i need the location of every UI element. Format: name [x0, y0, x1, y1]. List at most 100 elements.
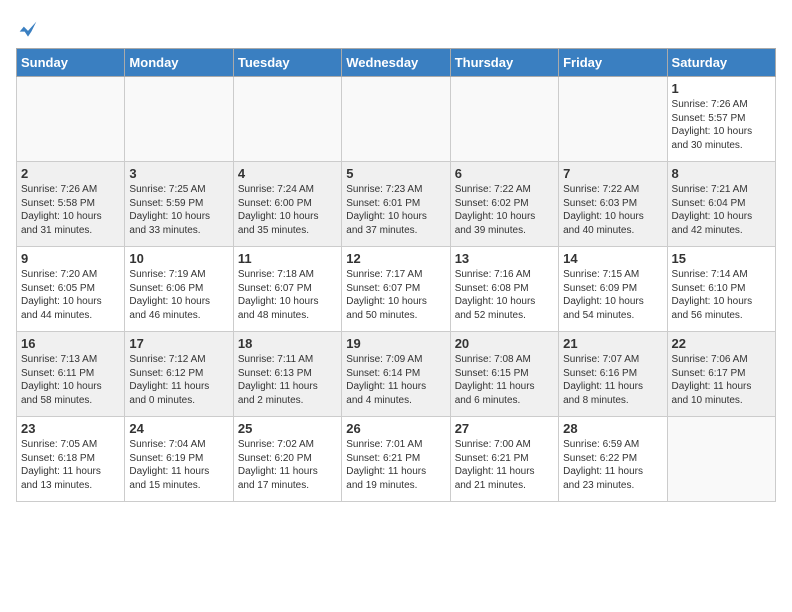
calendar-day-cell [17, 77, 125, 162]
calendar-day-cell: 6 Sunrise: 7:22 AM Sunset: 6:02 PM Daylig… [450, 162, 558, 247]
day-number: 14 [563, 251, 662, 266]
calendar-day-cell: 1 Sunrise: 7:26 AM Sunset: 5:57 PM Daylig… [667, 77, 775, 162]
calendar-day-cell: 25 Sunrise: 7:02 AM Sunset: 6:20 PM Dayli… [233, 417, 341, 502]
page-header [16, 16, 776, 40]
calendar-day-cell: 17 Sunrise: 7:12 AM Sunset: 6:12 PM Dayli… [125, 332, 233, 417]
day-info: Sunrise: 7:22 AM Sunset: 6:02 PM Dayligh… [455, 183, 554, 237]
day-info: Sunrise: 7:04 AM Sunset: 6:19 PM Dayligh… [129, 438, 228, 492]
day-number: 25 [238, 421, 337, 436]
column-header-friday: Friday [559, 49, 667, 77]
day-info: Sunrise: 7:17 AM Sunset: 6:07 PM Dayligh… [346, 268, 445, 322]
calendar-day-cell: 24 Sunrise: 7:04 AM Sunset: 6:19 PM Dayli… [125, 417, 233, 502]
calendar-day-cell: 27 Sunrise: 7:00 AM Sunset: 6:21 PM Dayli… [450, 417, 558, 502]
day-number: 26 [346, 421, 445, 436]
day-info: Sunrise: 7:26 AM Sunset: 5:58 PM Dayligh… [21, 183, 120, 237]
day-info: Sunrise: 7:24 AM Sunset: 6:00 PM Dayligh… [238, 183, 337, 237]
day-number: 13 [455, 251, 554, 266]
column-header-monday: Monday [125, 49, 233, 77]
day-number: 7 [563, 166, 662, 181]
day-number: 16 [21, 336, 120, 351]
day-info: Sunrise: 7:08 AM Sunset: 6:15 PM Dayligh… [455, 353, 554, 407]
calendar-day-cell: 16 Sunrise: 7:13 AM Sunset: 6:11 PM Dayli… [17, 332, 125, 417]
day-info: Sunrise: 7:05 AM Sunset: 6:18 PM Dayligh… [21, 438, 120, 492]
day-info: Sunrise: 7:25 AM Sunset: 5:59 PM Dayligh… [129, 183, 228, 237]
calendar-day-cell: 7 Sunrise: 7:22 AM Sunset: 6:03 PM Daylig… [559, 162, 667, 247]
calendar-day-cell: 10 Sunrise: 7:19 AM Sunset: 6:06 PM Dayli… [125, 247, 233, 332]
day-info: Sunrise: 7:02 AM Sunset: 6:20 PM Dayligh… [238, 438, 337, 492]
day-info: Sunrise: 7:21 AM Sunset: 6:04 PM Dayligh… [672, 183, 771, 237]
column-header-wednesday: Wednesday [342, 49, 450, 77]
calendar-day-cell: 15 Sunrise: 7:14 AM Sunset: 6:10 PM Dayli… [667, 247, 775, 332]
calendar-day-cell: 21Sunrise: 7:07 AM Sunset: 6:16 PM Dayli… [559, 332, 667, 417]
day-info: Sunrise: 7:22 AM Sunset: 6:03 PM Dayligh… [563, 183, 662, 237]
day-info: Sunrise: 6:59 AM Sunset: 6:22 PM Dayligh… [563, 438, 662, 492]
calendar-day-cell: 18Sunrise: 7:11 AM Sunset: 6:13 PM Dayli… [233, 332, 341, 417]
day-number: 12 [346, 251, 445, 266]
logo-bird-icon [18, 20, 38, 40]
logo [16, 20, 38, 40]
day-number: 8 [672, 166, 771, 181]
calendar-day-cell: 5 Sunrise: 7:23 AM Sunset: 6:01 PM Daylig… [342, 162, 450, 247]
day-number: 24 [129, 421, 228, 436]
column-header-tuesday: Tuesday [233, 49, 341, 77]
calendar-day-cell: 2 Sunrise: 7:26 AM Sunset: 5:58 PM Daylig… [17, 162, 125, 247]
column-header-thursday: Thursday [450, 49, 558, 77]
day-number: 23 [21, 421, 120, 436]
calendar-week-row: 16 Sunrise: 7:13 AM Sunset: 6:11 PM Dayli… [17, 332, 776, 417]
day-number: 2 [21, 166, 120, 181]
calendar-day-cell: 20Sunrise: 7:08 AM Sunset: 6:15 PM Dayli… [450, 332, 558, 417]
day-info: Sunrise: 7:16 AM Sunset: 6:08 PM Dayligh… [455, 268, 554, 322]
day-info: Sunrise: 7:11 AM Sunset: 6:13 PM Dayligh… [238, 353, 337, 407]
calendar-day-cell: 4 Sunrise: 7:24 AM Sunset: 6:00 PM Daylig… [233, 162, 341, 247]
calendar-table: SundayMondayTuesdayWednesdayThursdayFrid… [16, 48, 776, 502]
day-number: 15 [672, 251, 771, 266]
day-info: Sunrise: 7:20 AM Sunset: 6:05 PM Dayligh… [21, 268, 120, 322]
day-number: 1 [672, 81, 771, 96]
day-info: Sunrise: 7:06 AM Sunset: 6:17 PM Dayligh… [672, 353, 771, 407]
day-info: Sunrise: 7:15 AM Sunset: 6:09 PM Dayligh… [563, 268, 662, 322]
calendar-day-cell: 22Sunrise: 7:06 AM Sunset: 6:17 PM Dayli… [667, 332, 775, 417]
day-info: Sunrise: 7:18 AM Sunset: 6:07 PM Dayligh… [238, 268, 337, 322]
day-number: 19 [346, 336, 445, 351]
day-number: 27 [455, 421, 554, 436]
calendar-day-cell: 23 Sunrise: 7:05 AM Sunset: 6:18 PM Dayli… [17, 417, 125, 502]
day-number: 21 [563, 336, 662, 351]
calendar-day-cell [125, 77, 233, 162]
day-number: 10 [129, 251, 228, 266]
calendar-day-cell: 8 Sunrise: 7:21 AM Sunset: 6:04 PM Daylig… [667, 162, 775, 247]
calendar-day-cell [342, 77, 450, 162]
calendar-day-cell: 13 Sunrise: 7:16 AM Sunset: 6:08 PM Dayli… [450, 247, 558, 332]
day-number: 9 [21, 251, 120, 266]
column-header-sunday: Sunday [17, 49, 125, 77]
day-number: 28 [563, 421, 662, 436]
day-number: 11 [238, 251, 337, 266]
day-info: Sunrise: 7:19 AM Sunset: 6:06 PM Dayligh… [129, 268, 228, 322]
day-info: Sunrise: 7:13 AM Sunset: 6:11 PM Dayligh… [21, 353, 120, 407]
column-header-saturday: Saturday [667, 49, 775, 77]
calendar-day-cell [450, 77, 558, 162]
calendar-week-row: 2 Sunrise: 7:26 AM Sunset: 5:58 PM Daylig… [17, 162, 776, 247]
day-number: 4 [238, 166, 337, 181]
calendar-week-row: 9 Sunrise: 7:20 AM Sunset: 6:05 PM Daylig… [17, 247, 776, 332]
day-info: Sunrise: 7:00 AM Sunset: 6:21 PM Dayligh… [455, 438, 554, 492]
day-info: Sunrise: 7:26 AM Sunset: 5:57 PM Dayligh… [672, 98, 771, 152]
day-info: Sunrise: 7:01 AM Sunset: 6:21 PM Dayligh… [346, 438, 445, 492]
day-info: Sunrise: 7:09 AM Sunset: 6:14 PM Dayligh… [346, 353, 445, 407]
day-info: Sunrise: 7:23 AM Sunset: 6:01 PM Dayligh… [346, 183, 445, 237]
calendar-day-cell: 9 Sunrise: 7:20 AM Sunset: 6:05 PM Daylig… [17, 247, 125, 332]
day-number: 5 [346, 166, 445, 181]
day-info: Sunrise: 7:14 AM Sunset: 6:10 PM Dayligh… [672, 268, 771, 322]
calendar-day-cell: 28 Sunrise: 6:59 AM Sunset: 6:22 PM Dayli… [559, 417, 667, 502]
calendar-day-cell: 19 Sunrise: 7:09 AM Sunset: 6:14 PM Dayli… [342, 332, 450, 417]
day-number: 6 [455, 166, 554, 181]
calendar-day-cell [233, 77, 341, 162]
calendar-day-cell: 12 Sunrise: 7:17 AM Sunset: 6:07 PM Dayli… [342, 247, 450, 332]
day-info: Sunrise: 7:12 AM Sunset: 6:12 PM Dayligh… [129, 353, 228, 407]
calendar-day-cell: 3 Sunrise: 7:25 AM Sunset: 5:59 PM Daylig… [125, 162, 233, 247]
calendar-header-row: SundayMondayTuesdayWednesdayThursdayFrid… [17, 49, 776, 77]
day-number: 3 [129, 166, 228, 181]
calendar-day-cell: 26 Sunrise: 7:01 AM Sunset: 6:21 PM Dayli… [342, 417, 450, 502]
calendar-day-cell: 11 Sunrise: 7:18 AM Sunset: 6:07 PM Dayli… [233, 247, 341, 332]
day-number: 17 [129, 336, 228, 351]
calendar-day-cell [667, 417, 775, 502]
